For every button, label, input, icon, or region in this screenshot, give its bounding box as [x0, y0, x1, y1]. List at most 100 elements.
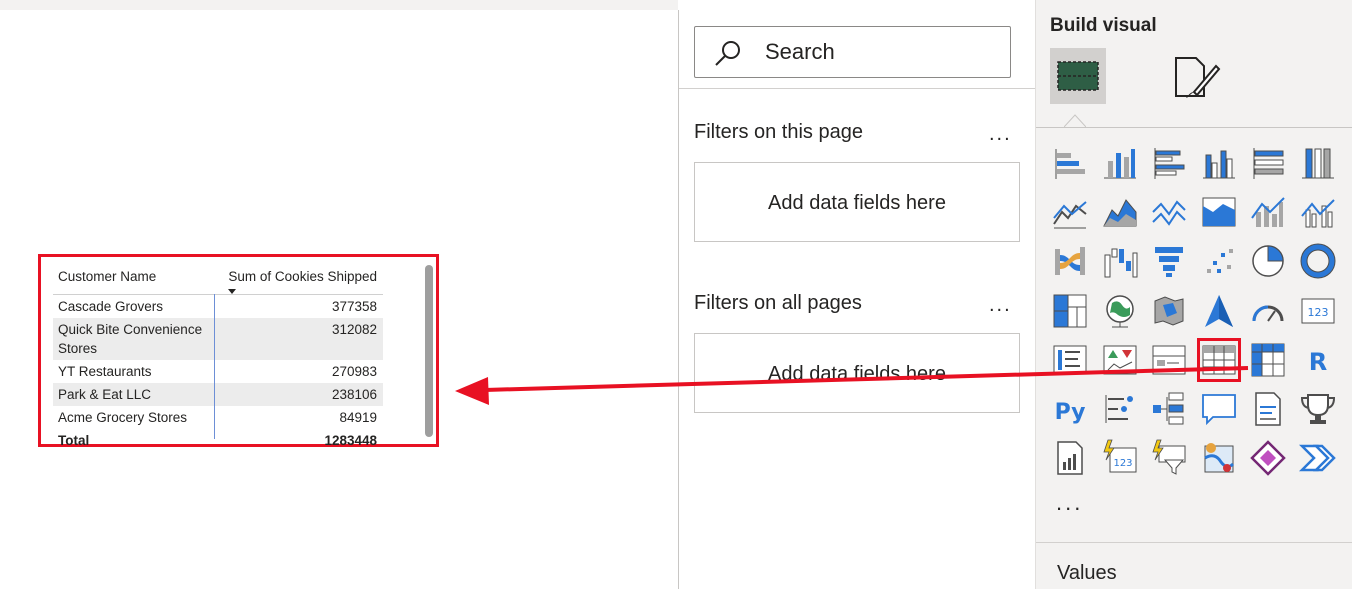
table-row[interactable]: Cascade Grovers 377358 — [53, 295, 383, 318]
filter-search-input[interactable]: Search — [694, 26, 1011, 78]
azure-map-icon-glyph — [1204, 294, 1233, 327]
column-header-customer-name[interactable]: Customer Name — [58, 269, 156, 284]
area-chart-icon[interactable] — [1100, 192, 1140, 232]
pane-divider — [679, 88, 1036, 89]
scatter-chart-icon[interactable] — [1199, 241, 1239, 281]
cell-value: 84919 — [339, 410, 377, 425]
r-script-icon-glyph: R — [1308, 348, 1326, 376]
svg-text:Py: Py — [1055, 400, 1086, 425]
qa-icon-glyph — [1201, 394, 1236, 426]
line-and-clustered-column-chart-icon-glyph — [1300, 199, 1335, 228]
100-stacked-area-chart-icon[interactable] — [1199, 192, 1239, 232]
page-filters-more-button[interactable]: ... — [989, 123, 1012, 146]
table-row[interactable]: Acme Grocery Stores 84919 — [53, 406, 383, 429]
clustered-bar-chart-icon[interactable] — [1149, 143, 1189, 183]
cell-value: 312082 — [331, 322, 377, 337]
power-apps-card-icon-glyph: 123 — [1102, 439, 1136, 473]
area-chart-icon-glyph — [1102, 199, 1136, 227]
visualizations-pane: Build visual 123 R Py 123 ... Values — [1035, 0, 1352, 589]
line-and-clustered-column-chart-icon[interactable] — [1298, 192, 1338, 232]
map-icon-glyph — [1105, 294, 1134, 328]
table-scrollbar[interactable] — [425, 265, 433, 437]
clustered-column-chart-icon[interactable] — [1199, 143, 1239, 183]
slicer-icon[interactable] — [1149, 340, 1189, 380]
pane-divider — [1036, 127, 1352, 128]
svg-text:123: 123 — [1307, 306, 1328, 319]
gauge-icon[interactable] — [1248, 291, 1288, 331]
cell-customer: Park & Eat LLC — [58, 387, 152, 402]
more-visuals-button[interactable]: ... — [1056, 490, 1083, 516]
clustered-bar-chart-icon-glyph — [1154, 148, 1185, 179]
azure-map-icon[interactable] — [1199, 291, 1239, 331]
line-chart-icon[interactable] — [1050, 192, 1090, 232]
key-influencers-icon-glyph — [1105, 395, 1133, 423]
tab-caret-icon — [1064, 114, 1086, 127]
values-well-label: Values — [1057, 562, 1117, 584]
table-row[interactable]: YT Restaurants 270983 — [53, 360, 383, 383]
arcgis-map-icon-glyph — [1203, 443, 1234, 473]
stacked-bar-chart-icon-glyph — [1055, 149, 1085, 179]
power-apps-icon-glyph — [1250, 440, 1286, 476]
decomposition-tree-icon[interactable] — [1149, 389, 1189, 429]
qa-icon[interactable] — [1199, 389, 1239, 429]
stacked-column-chart-icon[interactable] — [1100, 143, 1140, 183]
scatter-chart-icon-glyph — [1206, 249, 1233, 274]
stacked-area-chart-icon[interactable] — [1149, 192, 1189, 232]
funnel-icon[interactable] — [1149, 241, 1189, 281]
power-automate-icon[interactable] — [1298, 438, 1338, 478]
key-influencers-icon[interactable] — [1100, 389, 1140, 429]
ribbon-chart-icon-glyph — [1055, 247, 1085, 276]
cell-customer: Quick Bite Convenience Stores — [58, 322, 203, 356]
donut-chart-icon[interactable] — [1298, 241, 1338, 281]
cell-customer: Cascade Grovers — [58, 299, 164, 314]
multi-row-card-icon[interactable] — [1050, 340, 1090, 380]
arcgis-map-icon[interactable] — [1199, 438, 1239, 478]
table-row[interactable]: Quick Bite Convenience Stores 312082 — [53, 318, 383, 360]
paginated-report-icon[interactable] — [1050, 438, 1090, 478]
power-apps-icon[interactable] — [1248, 438, 1288, 478]
100-stacked-column-chart-icon[interactable] — [1298, 143, 1338, 183]
r-script-icon[interactable]: R — [1298, 340, 1338, 380]
table-row[interactable]: Park & Eat LLC 238106 — [53, 383, 383, 406]
card-icon[interactable]: 123 — [1298, 291, 1338, 331]
pie-chart-icon-glyph — [1252, 245, 1284, 278]
search-placeholder: Search — [765, 39, 835, 64]
build-visual-tab[interactable] — [1050, 48, 1106, 104]
cell-value: 270983 — [331, 364, 377, 379]
page-filters-drop-zone[interactable]: Add data fields here — [694, 162, 1020, 242]
paginated-report-icon-glyph — [1057, 441, 1083, 475]
cell-value: 238106 — [331, 387, 377, 402]
slicer-icon-glyph — [1152, 345, 1186, 375]
all-pages-filters-drop-zone[interactable]: Add data fields here — [694, 333, 1020, 413]
waterfall-chart-icon[interactable] — [1100, 241, 1140, 281]
python-visual-icon[interactable]: Py — [1050, 389, 1090, 429]
table-icon-highlight — [1196, 337, 1241, 382]
stacked-bar-chart-icon[interactable] — [1050, 143, 1090, 183]
all-pages-filters-more-button[interactable]: ... — [989, 294, 1012, 317]
ribbon-chart-icon[interactable] — [1050, 241, 1090, 281]
canvas-top-strip — [0, 0, 678, 10]
goals-icon[interactable] — [1298, 389, 1338, 429]
pie-chart-icon[interactable] — [1248, 241, 1288, 281]
clustered-column-chart-icon-glyph — [1202, 150, 1235, 179]
100-stacked-bar-chart-icon[interactable] — [1248, 143, 1288, 183]
power-apps-filter-icon[interactable] — [1149, 438, 1189, 478]
treemap-icon[interactable] — [1050, 291, 1090, 331]
power-apps-card-icon[interactable]: 123 — [1100, 438, 1140, 478]
format-visual-tab[interactable] — [1166, 48, 1222, 104]
smart-narrative-icon[interactable] — [1248, 389, 1288, 429]
matrix-icon[interactable] — [1248, 340, 1288, 380]
column-header-sum-of-cookies[interactable]: Sum of Cookies Shipped — [228, 269, 377, 284]
filled-map-icon[interactable] — [1149, 291, 1189, 331]
table-header: Customer Name Sum of Cookies Shipped — [58, 269, 383, 294]
multi-row-card-icon-glyph — [1053, 345, 1087, 375]
line-and-stacked-column-chart-icon[interactable] — [1248, 192, 1288, 232]
donut-chart-icon-glyph — [1300, 243, 1335, 279]
stacked-area-chart-icon-glyph — [1152, 200, 1186, 226]
kpi-icon[interactable] — [1100, 340, 1140, 380]
column-divider[interactable] — [214, 294, 215, 439]
format-visual-icon — [1175, 57, 1221, 98]
stacked-column-chart-icon-glyph — [1103, 149, 1136, 179]
pane-divider — [1036, 542, 1352, 543]
map-icon[interactable] — [1100, 291, 1140, 331]
